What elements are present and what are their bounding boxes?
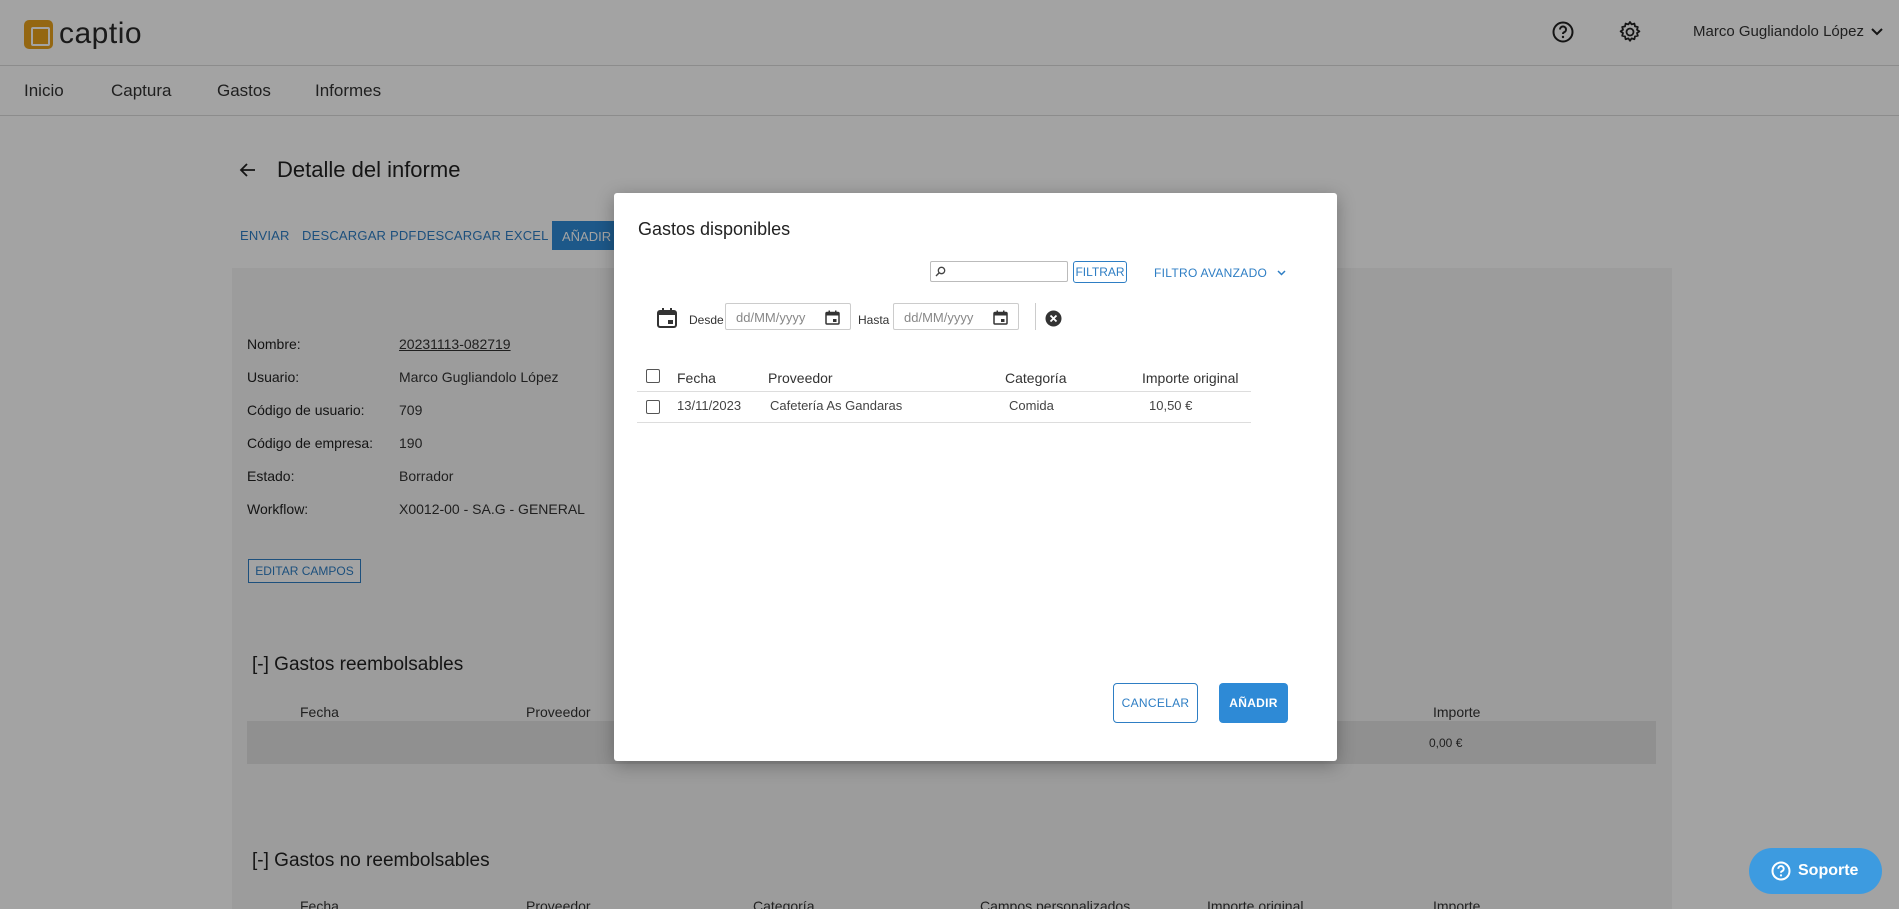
col-provider[interactable]: Proveedor [768,370,833,386]
from-date-input[interactable]: dd/MM/yyyy [725,303,851,330]
cancel-button[interactable]: CANCELAR [1113,683,1198,723]
search-field[interactable] [930,261,1068,282]
col-original-amount[interactable]: Importe original [1142,370,1239,386]
from-date-placeholder: dd/MM/yyyy [736,310,806,325]
search-input[interactable] [949,263,1065,280]
help-circle-icon [1771,861,1791,881]
from-label: Desde [689,313,724,327]
calendar-icon [657,308,677,328]
filter-button[interactable]: FILTRAR [1073,261,1127,283]
date-separator [1035,303,1036,330]
row-amount: 10,50 € [1149,398,1193,413]
col-category[interactable]: Categoría [1005,370,1066,386]
header-divider [637,391,1251,392]
to-label: Hasta [858,313,890,327]
support-label: Soporte [1798,862,1859,879]
col-date[interactable]: Fecha [677,370,716,386]
row-divider [637,422,1251,423]
select-all-checkbox[interactable] [646,369,660,383]
search-icon [935,266,946,277]
advanced-filter-label: FILTRO AVANZADO [1154,266,1268,280]
dialog-title: Gastos disponibles [638,219,791,239]
row-checkbox[interactable] [646,400,660,414]
to-date-placeholder: dd/MM/yyyy [904,310,974,325]
to-date-input[interactable]: dd/MM/yyyy [893,303,1019,330]
row-provider: Cafetería As Gandaras [770,398,903,413]
calendar-picker-icon[interactable] [825,310,840,325]
clear-dates-icon[interactable] [1045,310,1062,327]
calendar-picker-icon[interactable] [993,310,1008,325]
chevron-down-icon [1277,270,1286,276]
support-button[interactable]: Soporte [1749,848,1882,894]
row-category: Comida [1009,398,1054,413]
advanced-filter-toggle[interactable]: FILTRO AVANZADO [1154,266,1286,280]
available-expenses-dialog: Gastos disponibles FILTRAR FILTRO AVANZA… [614,193,1337,761]
row-date: 13/11/2023 [677,398,742,413]
add-button[interactable]: AÑADIR [1219,683,1288,723]
